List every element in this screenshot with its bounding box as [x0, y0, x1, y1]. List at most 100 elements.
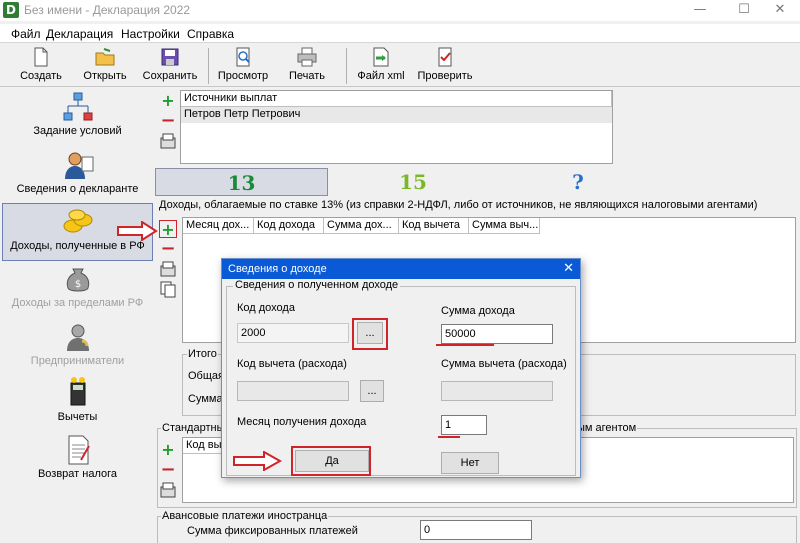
- edit-standard-icon[interactable]: [159, 481, 177, 499]
- hierarchy-icon: [63, 92, 92, 121]
- nav-label: Сведения о декларанте: [16, 183, 139, 195]
- close-window-button[interactable]: ✕: [760, 0, 800, 21]
- sources-header: Источники выплат: [181, 91, 612, 107]
- xml-file-button[interactable]: Файл xml: [352, 46, 410, 86]
- nav-item-deductions[interactable]: Вычеты: [2, 375, 153, 433]
- toolbar-separator: [346, 48, 347, 84]
- remove-income-button[interactable]: −: [159, 240, 177, 258]
- preview-icon: [236, 47, 250, 67]
- nav-label: Предприниматели: [30, 355, 125, 367]
- edit-source-icon[interactable]: [159, 132, 177, 150]
- preview-label: Просмотр: [217, 70, 269, 82]
- deduction-code-input[interactable]: [237, 381, 349, 401]
- title-bar: D Без имени - Декларация 2022 — ☐ ✕: [0, 0, 800, 21]
- tab-rate-15[interactable]: 15: [328, 168, 498, 196]
- totals-sum-label: Сумма: [188, 393, 223, 405]
- standard-caption: Стандартны: [161, 422, 226, 434]
- print-icon: [297, 47, 317, 67]
- totals-general-label: Общая: [188, 370, 224, 382]
- table-row[interactable]: Петров Петр Петрович: [181, 107, 612, 123]
- check-label: Проверить: [417, 70, 473, 82]
- dialog-title: Сведения о доходе: [222, 259, 580, 279]
- menu-settings[interactable]: Настройки: [121, 27, 180, 41]
- toolbar: Создать Открыть Сохранить Просмотр Печат…: [0, 44, 800, 87]
- nav-item-conditions[interactable]: Задание условий: [2, 89, 153, 147]
- save-button[interactable]: Сохранить: [138, 46, 202, 86]
- rate-tabs: 13 15 ?: [155, 168, 800, 196]
- column-header-income-code[interactable]: Код дохода: [254, 218, 324, 234]
- menu-file[interactable]: Файл: [11, 27, 41, 41]
- minimize-button[interactable]: —: [680, 0, 720, 21]
- tab-help[interactable]: ?: [498, 168, 658, 196]
- deduction-code-label: Код вычета (расхода): [237, 358, 347, 370]
- remove-source-button[interactable]: −: [159, 112, 177, 130]
- column-header-income-sum[interactable]: Сумма дох...: [324, 218, 399, 234]
- standard-caption-tail: ым агентом: [576, 422, 638, 434]
- copy-income-icon[interactable]: [159, 280, 177, 298]
- highlight-underline: [436, 344, 494, 346]
- xml-file-icon: [373, 47, 389, 67]
- column-header-month[interactable]: Месяц дох...: [183, 218, 254, 234]
- save-icon: [161, 48, 179, 66]
- preview-button[interactable]: Просмотр: [214, 46, 272, 86]
- fixed-payments-label: Сумма фиксированных платежей: [187, 525, 358, 537]
- left-navigation: Задание условий Сведения о декларанте До…: [2, 87, 153, 543]
- nav-label: Вычеты: [57, 411, 98, 423]
- nav-label: Задание условий: [33, 125, 122, 137]
- highlight-browse: [352, 318, 388, 350]
- advance-caption: Авансовые платежи иностранца: [161, 510, 329, 522]
- column-header-deduction-sum[interactable]: Сумма выч...: [469, 218, 540, 234]
- highlight-underline: [438, 436, 460, 438]
- nav-item-declarant[interactable]: Сведения о декларанте: [2, 147, 153, 205]
- check-button[interactable]: Проверить: [414, 46, 476, 86]
- person-icon: [64, 152, 93, 179]
- deduction-sum-label: Сумма вычета (расхода): [441, 358, 567, 370]
- open-label: Открыть: [83, 70, 127, 82]
- print-label: Печать: [288, 70, 326, 82]
- check-icon: [438, 47, 452, 67]
- nav-label: Возврат налога: [37, 468, 118, 480]
- tab-rate-13[interactable]: 13: [155, 168, 328, 196]
- received-income-caption: Сведения о полученном доходе: [233, 279, 401, 291]
- sources-table: Источники выплат Петров Петр Петрович: [180, 90, 613, 164]
- nav-label: Доходы за пределами РФ: [11, 297, 144, 309]
- annotation-arrow-icon: [117, 221, 158, 241]
- print-button[interactable]: Печать: [282, 46, 332, 86]
- remove-standard-button[interactable]: −: [159, 461, 177, 479]
- income-month-label: Месяц получения дохода: [237, 416, 367, 428]
- create-button[interactable]: Создать: [14, 46, 68, 86]
- income-month-input[interactable]: 1: [441, 415, 487, 435]
- nav-item-entrepreneurs[interactable]: Предприниматели: [2, 319, 153, 377]
- maximize-button[interactable]: ☐: [724, 0, 764, 21]
- income-sum-label: Сумма дохода: [441, 305, 515, 317]
- window-title: Без имени - Декларация 2022: [24, 3, 191, 17]
- column-header-deduction-code[interactable]: Код вычета: [399, 218, 469, 234]
- deduction-sum-input[interactable]: [441, 381, 553, 401]
- menu-declaration[interactable]: Декларация: [46, 27, 113, 41]
- nav-label: Доходы, полученные в РФ: [10, 240, 145, 252]
- menu-bar: Файл Декларация Настройки Справка: [0, 24, 800, 43]
- annotation-arrow-icon: [233, 451, 282, 471]
- open-button[interactable]: Открыть: [76, 46, 134, 86]
- edit-income-icon[interactable]: [159, 260, 177, 278]
- income-sum-input[interactable]: 50000: [441, 324, 553, 344]
- add-standard-button[interactable]: +: [159, 441, 177, 459]
- document-icon: [68, 435, 90, 465]
- standard-actions: + −: [159, 439, 181, 501]
- xml-file-label: Файл xml: [357, 70, 405, 82]
- deduction-code-browse-button[interactable]: ...: [360, 380, 384, 402]
- create-label: Создать: [20, 70, 62, 82]
- fixed-payments-input[interactable]: 0: [420, 520, 532, 540]
- income-details-dialog: Сведения о доходе ✕ Сведения о полученно…: [221, 258, 581, 478]
- add-source-button[interactable]: +: [159, 92, 177, 110]
- income-actions: + −: [159, 218, 181, 300]
- menu-help[interactable]: Справка: [187, 27, 234, 41]
- nav-item-income-abroad[interactable]: $ Доходы за пределами РФ: [2, 261, 153, 319]
- dialog-close-icon[interactable]: ✕: [563, 259, 574, 279]
- cancel-button[interactable]: Нет: [441, 452, 499, 474]
- svg-text:$: $: [74, 279, 80, 290]
- add-income-button[interactable]: +: [159, 220, 177, 239]
- income-code-input[interactable]: 2000: [237, 323, 349, 343]
- coins-icon: [63, 209, 92, 233]
- nav-item-tax-refund[interactable]: Возврат налога: [2, 432, 153, 490]
